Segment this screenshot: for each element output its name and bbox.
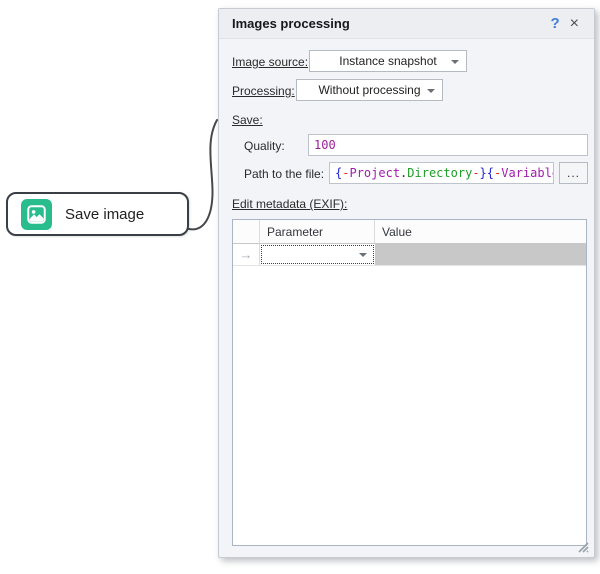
exif-section-label: Edit metadata (EXIF): bbox=[232, 197, 347, 211]
image-source-label: Image source: bbox=[232, 55, 308, 69]
close-icon[interactable]: × bbox=[565, 14, 584, 34]
quality-value: 100 bbox=[314, 138, 336, 152]
node-label: Save image bbox=[65, 206, 144, 223]
processing-dropdown[interactable]: Without processing bbox=[296, 79, 443, 101]
image-source-dropdown[interactable]: Instance snapshot bbox=[309, 50, 467, 72]
help-icon[interactable]: ? bbox=[545, 14, 564, 33]
exif-table: Parameter Value → bbox=[232, 219, 587, 546]
value-cell bbox=[375, 244, 586, 265]
current-row-arrow-icon: → bbox=[233, 244, 260, 265]
parameter-column-header: Parameter bbox=[260, 220, 375, 243]
images-processing-dialog: Images processing ? × Image source: Inst… bbox=[218, 8, 595, 558]
value-column-header: Value bbox=[375, 220, 586, 243]
path-value: {-Project.Directory-}{-Variable. bbox=[335, 166, 554, 180]
table-row: → bbox=[233, 244, 586, 266]
exif-table-header: Parameter Value bbox=[233, 220, 586, 244]
parameter-cell-dropdown[interactable] bbox=[260, 244, 375, 265]
path-input[interactable]: {-Project.Directory-}{-Variable. bbox=[329, 162, 554, 184]
flowchart-canvas: Save image Images processing ? × Image s… bbox=[0, 0, 600, 574]
image-source-value: Instance snapshot bbox=[339, 54, 436, 68]
quality-input[interactable]: 100 bbox=[308, 134, 588, 156]
browse-button[interactable]: ... bbox=[559, 162, 588, 184]
dialog-titlebar: Images processing ? × bbox=[219, 9, 594, 39]
image-icon bbox=[21, 199, 52, 230]
chevron-down-icon bbox=[359, 253, 367, 257]
resize-grip[interactable] bbox=[575, 539, 590, 554]
processing-value: Without processing bbox=[318, 83, 420, 97]
chevron-down-icon bbox=[451, 60, 459, 64]
save-image-node[interactable]: Save image bbox=[6, 192, 189, 236]
chevron-down-icon bbox=[427, 89, 435, 93]
quality-label: Quality: bbox=[244, 139, 285, 153]
row-selector-header bbox=[233, 220, 260, 243]
path-label: Path to the file: bbox=[244, 167, 324, 181]
dialog-title: Images processing bbox=[232, 16, 545, 31]
processing-label: Processing: bbox=[232, 84, 295, 98]
save-section-label: Save: bbox=[232, 113, 263, 127]
